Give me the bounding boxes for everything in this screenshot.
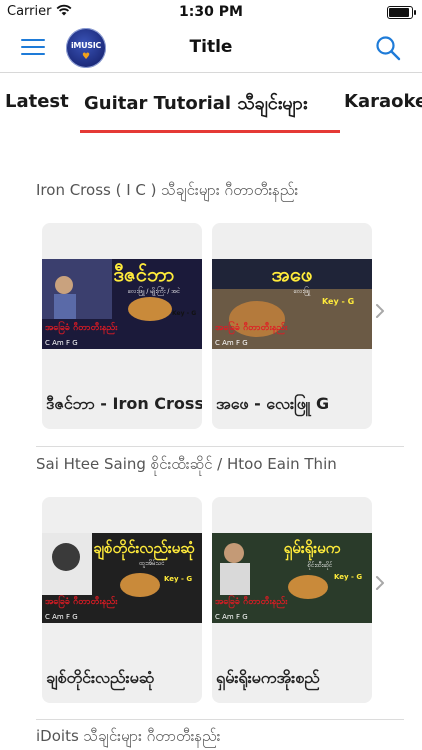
card-title: ဒီဇင်ဘာ - Iron Cross xyxy=(46,394,202,413)
thumb-chords: C Am F G xyxy=(45,613,78,621)
thumb-key: Key - G xyxy=(172,310,196,317)
thumb-chords: C Am F G xyxy=(215,613,248,621)
section-title: Sai Htee Saing စိုင်းထီးဆိုင် / Htoo Eai… xyxy=(36,455,337,473)
search-icon[interactable] xyxy=(375,35,401,61)
video-card[interactable]: ချစ်တိုင်းလည်းမဆုံ ထူးအိမ်သင် Key - G အခ… xyxy=(42,497,202,703)
video-thumbnail: ဒီဇင်ဘာ လေးဖြူ / မျိုးကြီး / အငဲ Key - G… xyxy=(42,259,202,349)
thumb-sub: ထူးအိမ်သင် xyxy=(139,559,165,568)
video-thumbnail: ချစ်တိုင်းလည်းမဆုံ ထူးအိမ်သင် Key - G အခ… xyxy=(42,533,202,623)
status-bar: Carrier 1:30 PM xyxy=(0,0,422,24)
section-title: Iron Cross ( I C ) သီချင်းများ ဂီတာတီးနည… xyxy=(36,181,299,199)
thumb-headline: ဒီဇင်ဘာ xyxy=(114,262,175,286)
thumb-chords: C Am F G xyxy=(45,339,78,347)
section-title: iDoits သီချင်းများ ဂီတာတီးနည်း xyxy=(36,727,221,745)
video-card[interactable]: ဒီဇင်ဘာ လေးဖြူ / မျိုးကြီး / အငဲ Key - G… xyxy=(42,223,202,429)
video-card[interactable]: ရှမ်းရိုးမက စိုင်းထီးဆိုင် Key - G အခြေခ… xyxy=(212,497,372,703)
navigation-bar: iMUSIC ♥ Title xyxy=(0,24,422,73)
thumb-tag: အခြေခံ ဂီတာတီးနည်း xyxy=(45,595,118,609)
section-divider xyxy=(36,446,404,447)
active-tab-indicator xyxy=(80,130,340,133)
video-thumbnail: အဖေ လေးဖြူ Key - G အခြေခံ ဂီတာတီးနည်း C … xyxy=(212,259,372,349)
tab-guitar-tutorial[interactable]: Guitar Tutorial သီချင်းများ xyxy=(84,91,307,118)
thumb-key: Key - G xyxy=(334,573,362,581)
chevron-right-icon[interactable] xyxy=(372,303,388,319)
thumb-sub: လေးဖြူ xyxy=(294,286,312,296)
thumb-sub: စိုင်းထီးဆိုင် xyxy=(308,561,333,570)
tab-latest[interactable]: Latest xyxy=(5,91,69,112)
clock: 1:30 PM xyxy=(179,4,243,20)
thumb-tag: အခြေခံ ဂီတာတီးနည်း xyxy=(215,321,288,335)
card-title: ချစ်တိုင်းလည်းမဆုံ xyxy=(46,668,155,687)
thumb-sub: လေးဖြူ / မျိုးကြီး / အငဲ xyxy=(128,286,181,296)
chevron-right-icon[interactable] xyxy=(372,575,388,591)
battery-icon xyxy=(387,6,416,19)
thumb-tag: အခြေခံ ဂီတာတီးနည်း xyxy=(45,321,118,335)
thumb-key: Key - G xyxy=(164,575,192,583)
page-title: Title xyxy=(189,37,233,57)
section-divider xyxy=(36,719,404,720)
card-title: အဖေ - လေးဖြူ G xyxy=(216,394,330,413)
thumb-chords: C Am F G xyxy=(215,339,248,347)
video-thumbnail: ရှမ်းရိုးမက စိုင်းထီးဆိုင် Key - G အခြေခ… xyxy=(212,533,372,623)
thumb-key: Key - G xyxy=(322,297,354,306)
video-card[interactable]: အဖေ လေးဖြူ Key - G အခြေခံ ဂီတာတီးနည်း C … xyxy=(212,223,372,429)
thumb-headline: အဖေ xyxy=(272,262,313,286)
content-list[interactable]: Iron Cross ( I C ) သီချင်းများ ဂီတာတီးနည… xyxy=(0,135,422,750)
card-title: ရှမ်းရိုးမကအိုးစည် xyxy=(216,668,320,687)
category-tabs: Latest Guitar Tutorial သီချင်းများ Karao… xyxy=(0,73,422,135)
thumb-tag: အခြေခံ ဂီတာတီးနည်း xyxy=(215,595,288,609)
tab-karaoke[interactable]: Karaoke xyxy=(344,91,422,112)
